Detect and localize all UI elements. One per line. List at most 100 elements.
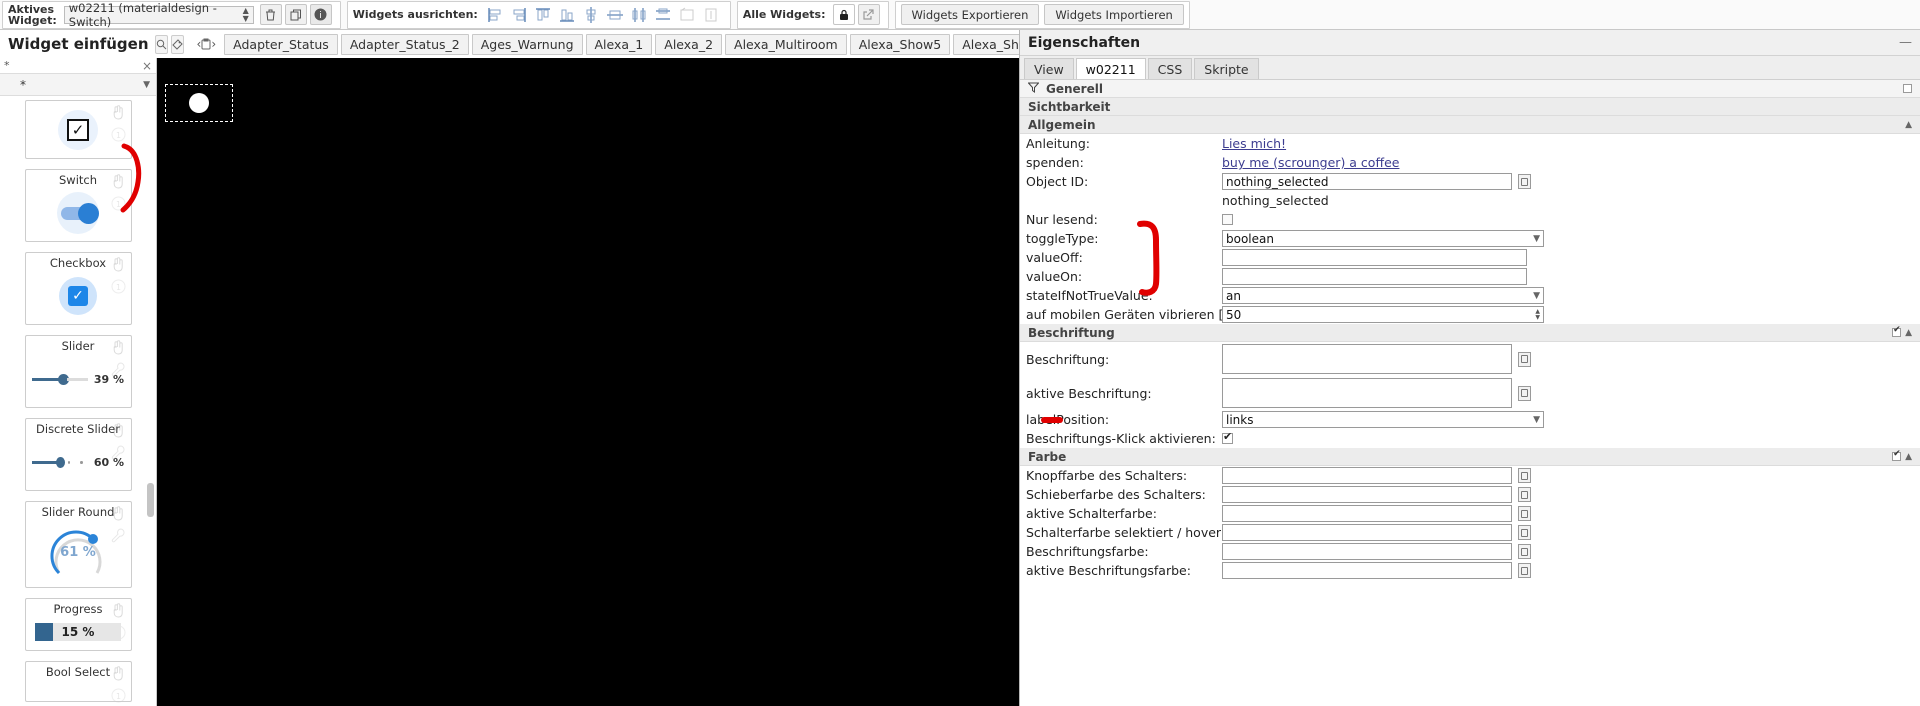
align-top-icon[interactable] [533,5,553,25]
next-view-button[interactable]: › [211,34,216,54]
property-edit-button[interactable] [1518,525,1531,540]
wrench-icon[interactable] [111,445,126,463]
view-tab[interactable]: Alexa_Multiroom [725,33,847,55]
view-canvas[interactable] [157,58,1019,706]
properties-tab[interactable]: View [1024,58,1074,79]
palette-category-row[interactable]: * ▼ [0,74,156,96]
collapse-icon[interactable]: ▲ [1905,452,1912,462]
active-widget-select[interactable]: w02211 (materialdesign - Switch) ▲ ▼ [63,1,254,29]
view-tab[interactable]: Alexa_Show5 [849,33,951,55]
chevron-down-icon[interactable]: ▼ [143,80,150,90]
import-widgets-button[interactable]: Widgets Importieren [1044,4,1184,25]
property-select[interactable]: links ▼ [1222,411,1544,428]
wrench-icon[interactable] [111,362,126,380]
widget-list[interactable]: 1 ✓ Switch 1 Checkbox 1 ✓ Slider 39 % Discrete Sl… [0,96,156,706]
property-input[interactable] [1222,467,1512,484]
search-icon[interactable] [154,34,168,54]
property-input[interactable] [1222,562,1512,579]
properties-tab[interactable]: w02211 [1075,58,1146,79]
collapse-icon[interactable]: ▲ [1905,120,1912,130]
view-tab[interactable]: Alexa_2 [655,33,723,55]
properties-tab[interactable]: CSS [1147,58,1193,79]
minimize-icon[interactable]: — [1899,35,1912,50]
widget-item-tools[interactable] [109,422,129,463]
properties-group-header[interactable]: Sichtbarkeit [1020,98,1920,116]
view-tab[interactable]: Ages_Warnung [471,33,583,55]
widget-palette-item[interactable]: Switch 1 [24,169,132,242]
property-input[interactable] [1222,486,1512,503]
widget-palette-item[interactable]: Bool Select 1 [24,661,132,703]
properties-group-header[interactable]: Generell [1020,80,1920,98]
property-input[interactable] [1222,268,1527,285]
collapse-icon[interactable]: ▲ [1905,328,1912,338]
property-edit-button[interactable] [1518,487,1531,502]
property-edit-button[interactable] [1518,351,1531,367]
property-edit-button[interactable] [1518,544,1531,559]
align-bottom-icon[interactable] [557,5,577,25]
view-tab[interactable]: Adapter_Status_2 [340,33,469,55]
property-edit-button[interactable] [1518,506,1531,521]
widget-palette-item[interactable]: Discrete Slider 60 % [24,418,132,491]
hand-cursor-icon[interactable] [111,104,126,123]
widget-palette-item[interactable]: Slider 39 % [24,335,132,408]
widget-palette-item[interactable]: Checkbox 1 ✓ [24,252,132,325]
property-spinner[interactable]: 50 ▲ ▼ [1222,306,1544,323]
property-edit-button[interactable] [1518,385,1531,401]
widget-item-tools[interactable]: 1 [109,173,129,214]
property-input[interactable] [1222,249,1527,266]
align-left-icon[interactable] [485,5,505,25]
export-widgets-button[interactable]: Widgets Exportieren [900,4,1040,25]
same-width-icon[interactable] [677,5,697,25]
close-icon[interactable]: × [142,60,152,72]
hand-cursor-icon[interactable] [111,422,126,441]
align-middle-horizontal-icon[interactable] [605,5,625,25]
widget-item-tools[interactable]: 1 [109,665,129,706]
align-center-vertical-icon[interactable] [581,5,601,25]
selected-widget[interactable] [165,84,233,122]
property-select[interactable]: boolean ▼ [1222,230,1544,247]
widget-item-tools[interactable]: 1 [109,104,129,145]
view-page-button[interactable] [201,34,211,54]
hand-cursor-icon[interactable] [111,665,126,684]
properties-tab[interactable]: Skripte [1194,58,1259,79]
info-button[interactable]: i [309,4,332,25]
hand-cursor-icon[interactable] [111,173,126,192]
distribute-horizontal-icon[interactable] [629,5,649,25]
widget-item-tools[interactable] [109,339,129,380]
delete-widget-button[interactable] [259,4,282,25]
hand-cursor-icon[interactable] [111,256,126,275]
widget-item-tools[interactable]: 1 [109,256,129,297]
property-edit-button[interactable] [1518,563,1531,578]
same-height-icon[interactable] [701,5,721,25]
view-tab[interactable]: Alexa_1 [585,33,653,55]
widget-palette-item[interactable]: Progress115 % [24,598,132,651]
property-select[interactable]: an ▼ [1222,287,1544,304]
spinner-arrows-icon[interactable]: ▲ ▼ [1535,308,1540,321]
property-link[interactable]: Lies mich! [1222,136,1286,151]
copy-widget-button[interactable] [284,4,307,25]
property-checkbox[interactable] [1222,214,1233,225]
group-checkbox[interactable] [1903,84,1912,93]
tag-icon[interactable] [170,34,184,54]
property-edit-button[interactable] [1518,468,1531,483]
widget-palette-item[interactable]: Slider Round 61 % [24,501,132,588]
lock-all-widgets-button[interactable] [832,4,855,25]
widget-palette-item[interactable]: 1 ✓ [24,100,132,159]
properties-group-header[interactable]: Farbe ▲ [1020,448,1920,466]
sidebar-scrollbar-thumb[interactable] [147,483,154,517]
distribute-vertical-icon[interactable] [653,5,673,25]
hand-cursor-icon[interactable] [111,602,126,621]
expand-all-widgets-button[interactable] [857,4,880,25]
property-input[interactable] [1222,543,1512,560]
hand-cursor-icon[interactable] [111,339,126,358]
property-edit-button[interactable] [1518,174,1531,189]
property-input[interactable]: nothing_selected [1222,173,1512,190]
property-input[interactable] [1222,524,1512,541]
properties-body[interactable]: Generell Sichtbarkeit Allgemein ▲ Anleitung:… [1020,80,1920,706]
view-tab[interactable]: Adapter_Status [224,33,338,55]
group-checkbox[interactable] [1892,325,1902,337]
property-link[interactable]: buy me (scrounger) a coffee [1222,155,1399,170]
hand-cursor-icon[interactable] [111,505,126,524]
properties-group-header[interactable]: Allgemein ▲ [1020,116,1920,134]
properties-group-header[interactable]: Beschriftung ▲ [1020,324,1920,342]
